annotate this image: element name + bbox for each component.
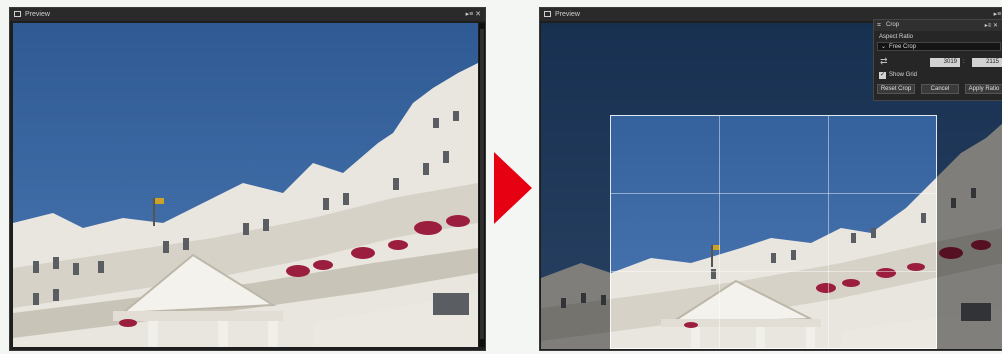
aspect-ratio-value: Free Crop (889, 44, 917, 50)
cancel-button[interactable]: Cancel (921, 84, 959, 94)
crop-dialog-header: ⌗ Crop ▸≡ ✕ (874, 20, 1002, 31)
left-window-controls[interactable]: ▸≡ ✕ (466, 8, 481, 21)
crop-width-field[interactable]: 3019 (930, 58, 960, 67)
crop-dialog-controls[interactable]: ▸≡ ✕ (985, 22, 998, 29)
left-scrollbar-thumb[interactable] (480, 29, 484, 339)
building-photo-left (13, 23, 478, 347)
reset-crop-button[interactable]: Reset Crop (877, 84, 915, 94)
dimension-separator: : (963, 59, 965, 65)
apply-ratio-button[interactable]: Apply Ratio (965, 84, 1002, 94)
left-window-title: Preview (25, 11, 50, 18)
right-preview-window: Preview ▸≡ ✕ (539, 7, 1002, 351)
rotate-aspect-icon[interactable]: ⇄ (880, 56, 888, 67)
left-titlebar: Preview ▸≡ ✕ (10, 8, 485, 21)
crop-rectangle[interactable] (610, 115, 937, 349)
crop-grid-line (611, 271, 936, 272)
crop-dialog: ⌗ Crop ▸≡ ✕ Aspect Ratio ⌄ Free Crop ⇄ 3… (873, 19, 1002, 101)
crop-mask-left (541, 115, 610, 349)
preview-window-icon (544, 11, 551, 17)
show-grid-checkbox[interactable]: ✓ (879, 72, 886, 79)
aspect-ratio-label: Aspect Ratio (879, 34, 914, 40)
left-preview-image (13, 23, 478, 347)
preview-window-icon (14, 11, 21, 17)
left-preview-window: Preview ▸≡ ✕ (9, 7, 486, 351)
crop-mask-right (937, 115, 1002, 349)
transition-arrow-icon (494, 152, 532, 224)
aspect-ratio-select[interactable]: ⌄ Free Crop (877, 42, 1001, 51)
crop-grid-line (611, 193, 936, 194)
crop-grid-line (828, 116, 829, 348)
chevron-down-icon: ⌄ (881, 44, 887, 50)
right-window-title: Preview (555, 11, 580, 18)
show-grid-label: Show Grid (889, 72, 918, 78)
crop-height-field[interactable]: 2115 (972, 58, 1002, 67)
crop-icon: ⌗ (877, 22, 881, 29)
crop-dialog-title: Crop (886, 22, 900, 28)
left-vertical-scrollbar[interactable] (479, 23, 485, 347)
crop-grid-line (719, 116, 720, 348)
